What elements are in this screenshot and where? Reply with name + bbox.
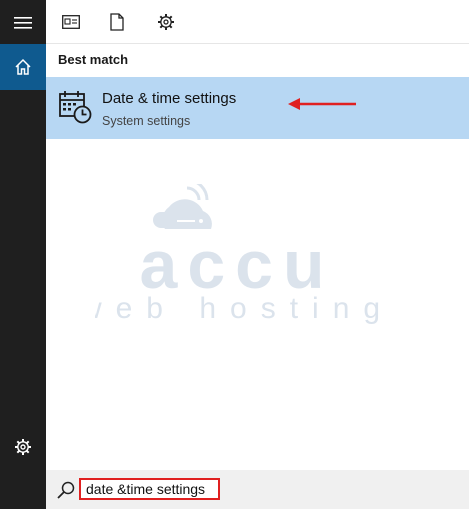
home-icon [15,58,31,75]
calendar-clock-icon [59,91,92,124]
documents-filter-button[interactable] [106,11,128,33]
apps-icon [62,15,80,29]
documents-icon [110,13,124,31]
settings-filter-button[interactable] [155,11,177,33]
settings-icon [158,14,174,30]
result-subtitle: System settings [102,114,191,128]
hamburger-icon [14,17,32,29]
result-title: Date & time settings [102,90,237,107]
accu-web-hosting-watermark: accu web hosting [95,184,380,325]
home-button[interactable] [0,44,46,90]
settings-button[interactable] [0,424,46,470]
hamburger-menu-button[interactable] [0,0,46,46]
search-bar [46,470,469,509]
apps-filter-button[interactable] [60,11,82,33]
watermark-tagline-text: web hosting [95,292,380,325]
search-input[interactable] [79,478,220,500]
result-date-time-settings[interactable]: Date & time settings System settings [46,77,469,139]
search-filter-bar [46,0,469,44]
best-match-heading: Best match [58,52,129,67]
start-rail [0,0,46,509]
annotation-arrow [288,98,356,110]
gear-icon [15,439,31,455]
search-icon [57,481,75,499]
